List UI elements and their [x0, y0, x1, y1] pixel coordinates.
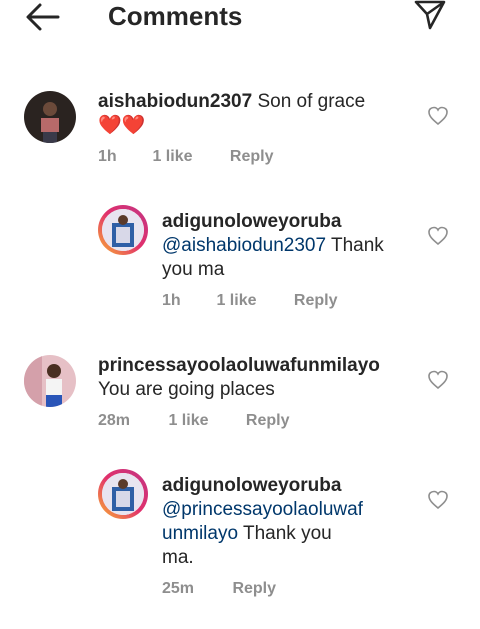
- comment-body-cont: ma.: [162, 547, 194, 568]
- comment-username[interactable]: adigunoloweyoruba: [162, 475, 341, 496]
- comment-body-cont: you ma: [162, 259, 225, 280]
- page-title: Comments: [108, 1, 243, 31]
- heart-outline-icon[interactable]: [427, 226, 449, 246]
- comment-body: Thank you: [238, 523, 332, 544]
- reply-button[interactable]: Reply: [230, 148, 274, 166]
- mention-link[interactable]: @princessayoolaoluwaf: [162, 499, 363, 520]
- comment-meta: 25m Reply: [162, 580, 276, 598]
- avatar[interactable]: [98, 205, 148, 255]
- comment-time: 1h: [162, 292, 181, 309]
- comment-meta: 1h 1 like Reply: [98, 148, 273, 166]
- comment-time: 1h: [98, 148, 117, 165]
- comment-time: 28m: [98, 412, 131, 429]
- comment-text: adigunoloweyoruba @aishabiodun2307 Thank…: [162, 210, 424, 282]
- heart-outline-icon[interactable]: [427, 106, 449, 126]
- comment-body: Son of grace: [257, 91, 366, 112]
- comment-text: aishabiodun2307 Son of grace ❤️❤️: [98, 90, 428, 138]
- send-icon[interactable]: [412, 0, 448, 30]
- reply-button[interactable]: Reply: [232, 580, 276, 598]
- comment-time: 25m: [162, 580, 195, 597]
- comment-text: adigunoloweyoruba @princessayoolaoluwaf …: [162, 474, 424, 570]
- heart-emoji: ❤️❤️: [98, 115, 146, 136]
- like-count[interactable]: 1 like: [216, 292, 289, 310]
- avatar[interactable]: [24, 355, 76, 407]
- comment-body: You are going places: [98, 379, 275, 400]
- comments-header: Comments: [0, 0, 480, 40]
- comment-meta: 28m 1 like Reply: [98, 412, 289, 430]
- comment-meta: 1h 1 like Reply: [162, 292, 337, 310]
- heart-outline-icon[interactable]: [427, 370, 449, 390]
- reply-button[interactable]: Reply: [294, 292, 338, 310]
- comment-text: princessayoolaoluwafunmilayo You are goi…: [98, 354, 428, 402]
- mention-link[interactable]: @aishabiodun2307: [162, 235, 326, 256]
- like-count[interactable]: 1 like: [168, 412, 241, 430]
- comment-body: Thank: [326, 235, 384, 256]
- avatar[interactable]: [24, 91, 76, 143]
- avatar[interactable]: [98, 469, 148, 519]
- like-count[interactable]: 1 like: [152, 148, 225, 166]
- mention-link-cont[interactable]: unmilayo: [162, 523, 238, 544]
- comment-username[interactable]: adigunoloweyoruba: [162, 211, 341, 232]
- heart-outline-icon[interactable]: [427, 490, 449, 510]
- comment-username[interactable]: princessayoolaoluwafunmilayo: [98, 355, 380, 376]
- comment-username[interactable]: aishabiodun2307: [98, 91, 252, 112]
- back-arrow-icon[interactable]: [24, 2, 60, 32]
- reply-button[interactable]: Reply: [246, 412, 290, 430]
